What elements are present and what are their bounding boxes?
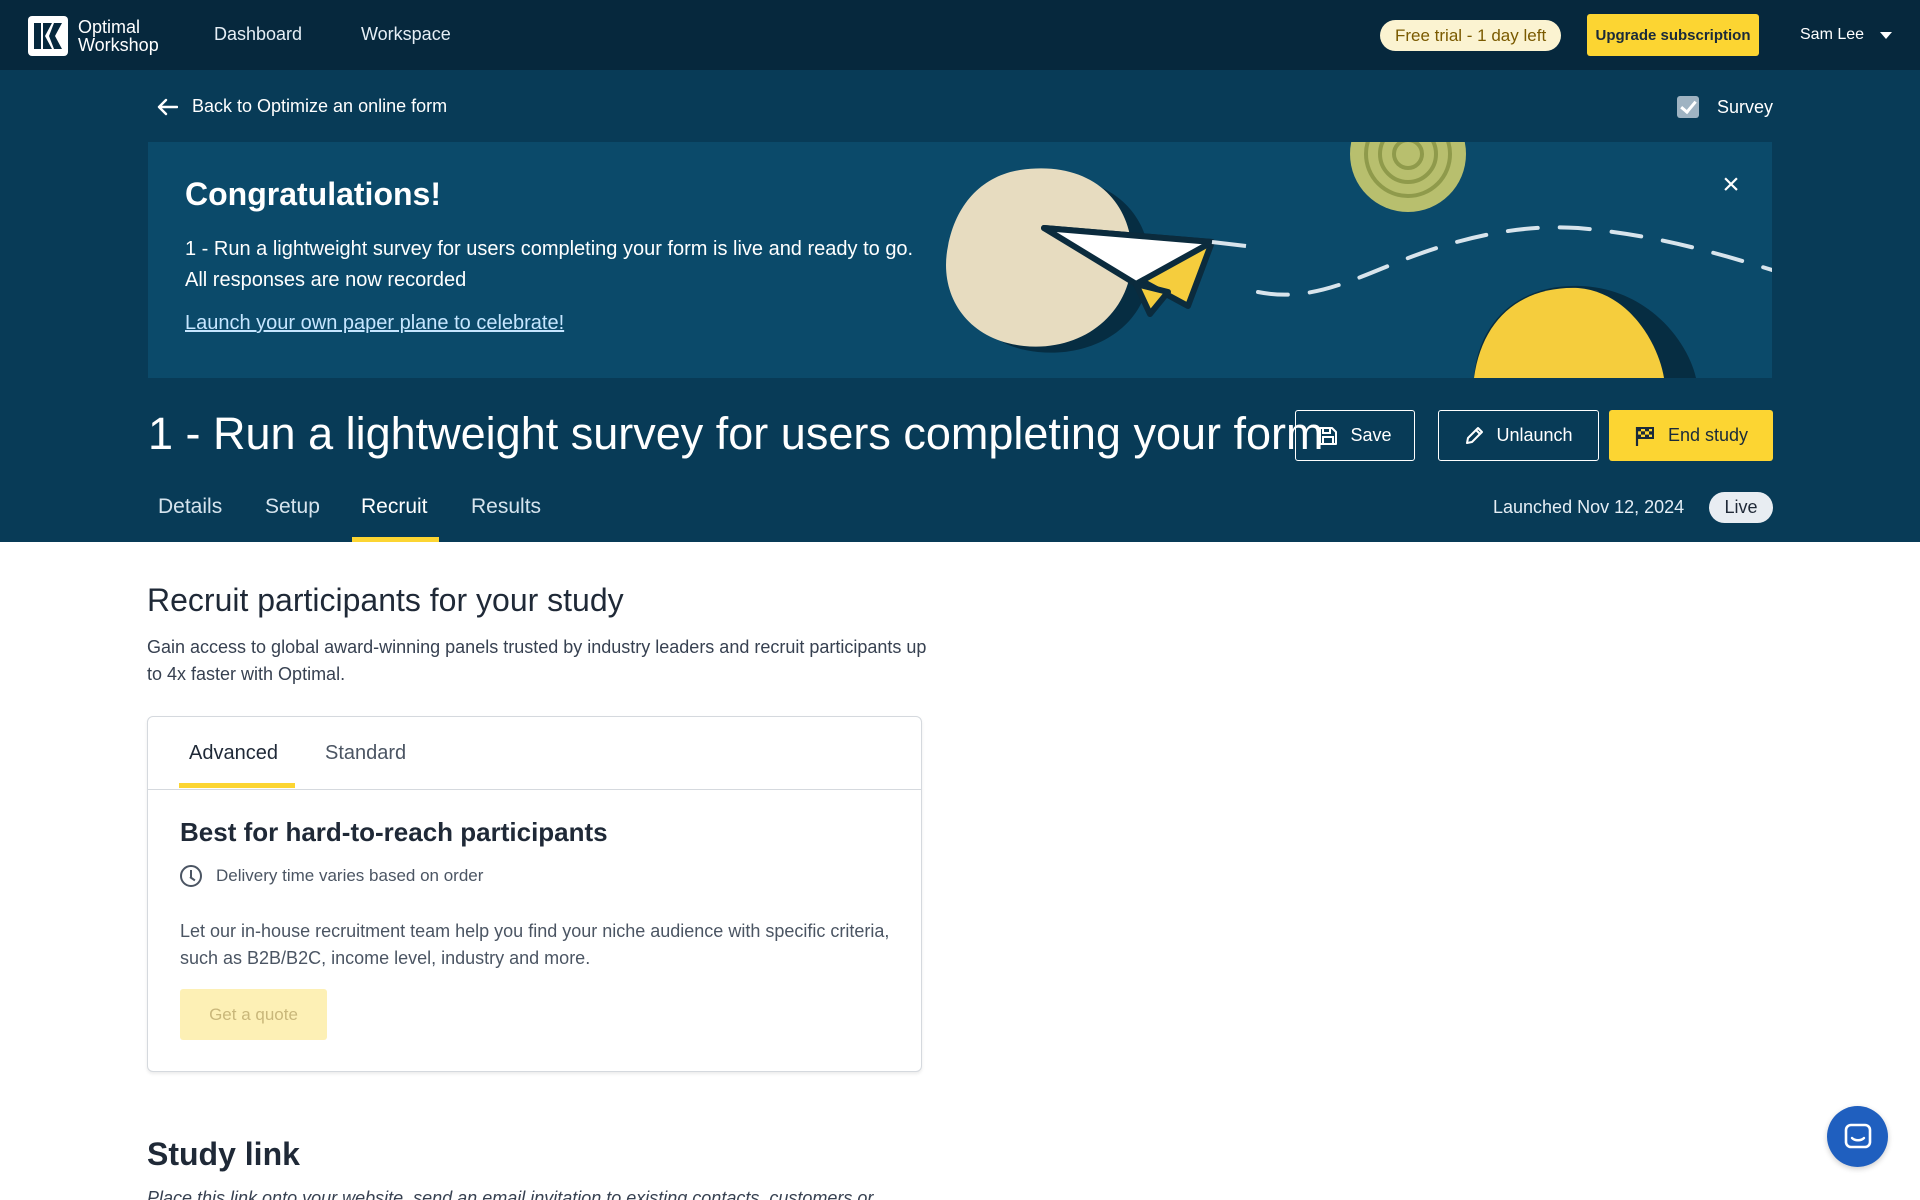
back-label: Back to Optimize an online form (192, 96, 448, 116)
checkbox-icon (1676, 96, 1699, 118)
study-type: Survey (1676, 96, 1773, 118)
top-nav: Optimal Workshop Dashboard Workspace Fre… (0, 0, 1920, 70)
status-badge: Live (1709, 492, 1773, 523)
banner-title: Congratulations! (185, 176, 441, 212)
flag-icon (1635, 426, 1654, 446)
logo-icon (28, 16, 68, 56)
chevron-down-icon (1880, 31, 1893, 39)
tab-standard[interactable]: Standard (325, 742, 406, 765)
recruit-heading: Recruit participants for your study (147, 582, 624, 618)
nav-workspace[interactable]: Workspace (361, 24, 451, 45)
delivery-text: Delivery time varies based on order (216, 866, 484, 885)
save-button[interactable]: Save (1295, 410, 1415, 461)
tab-details[interactable]: Details (158, 495, 222, 519)
trial-badge: Free trial - 1 day left (1380, 20, 1562, 51)
banner-message-secondary: All responses are now recorded (185, 269, 467, 291)
tab-recruit[interactable]: Recruit (361, 495, 428, 519)
tab-results[interactable]: Results (471, 495, 541, 519)
card-description: Let our in-house recruitment team help y… (180, 921, 890, 968)
congratulations-banner: Congratulations! 1 - Run a lightweight s… (148, 142, 1772, 378)
end-study-button[interactable]: End study (1609, 410, 1773, 461)
paper-plane-link[interactable]: Launch your own paper plane to celebrate… (185, 312, 564, 335)
launch-date: Launched Nov 12, 2024 (1493, 497, 1685, 517)
delivery-info: Delivery time varies based on order (180, 865, 483, 887)
page-title: 1 - Run a lightweight survey for users c… (148, 408, 1324, 459)
pencil-icon (1466, 426, 1484, 444)
nav-dashboard[interactable]: Dashboard (214, 24, 302, 45)
card-active-tab-indicator (179, 783, 295, 788)
get-a-quote-button[interactable]: Get a quote (180, 989, 327, 1040)
tab-setup[interactable]: Setup (265, 495, 320, 519)
tab-advanced[interactable]: Advanced (189, 742, 278, 765)
back-link[interactable]: Back to Optimize an online form (156, 96, 447, 117)
arrow-left-icon (157, 98, 178, 115)
user-name: Sam Lee (1800, 26, 1865, 43)
unlaunch-button[interactable]: Unlaunch (1438, 410, 1599, 461)
recruitment-card: Advanced Standard Best for hard-to-reach… (147, 716, 922, 1072)
unlaunch-label: Unlaunch (1496, 425, 1573, 445)
brand-name: Optimal Workshop (78, 17, 159, 55)
clock-icon (180, 865, 202, 887)
chat-launcher-button[interactable] (1827, 1106, 1888, 1167)
save-label: Save (1350, 425, 1392, 445)
card-heading: Best for hard-to-reach participants (180, 817, 608, 847)
save-icon (1319, 426, 1338, 445)
card-tabs: Advanced Standard (148, 717, 921, 790)
study-link-heading: Study link (147, 1136, 300, 1172)
brand-logo[interactable]: Optimal Workshop (28, 16, 159, 56)
active-tab-indicator (352, 537, 439, 542)
study-type-label: Survey (1716, 96, 1773, 117)
recruit-description: Gain access to global award-winning pane… (147, 637, 927, 684)
user-menu[interactable]: Sam Lee (1800, 26, 1893, 44)
study-link-description: Place this link onto your website, send … (147, 1188, 874, 1200)
chat-icon (1844, 1123, 1871, 1148)
end-study-label: End study (1667, 425, 1749, 445)
banner-message: 1 - Run a lightweight survey for users c… (185, 238, 914, 260)
upgrade-subscription-button[interactable]: Upgrade subscription (1587, 14, 1759, 56)
close-icon[interactable]: × (1718, 170, 1744, 200)
